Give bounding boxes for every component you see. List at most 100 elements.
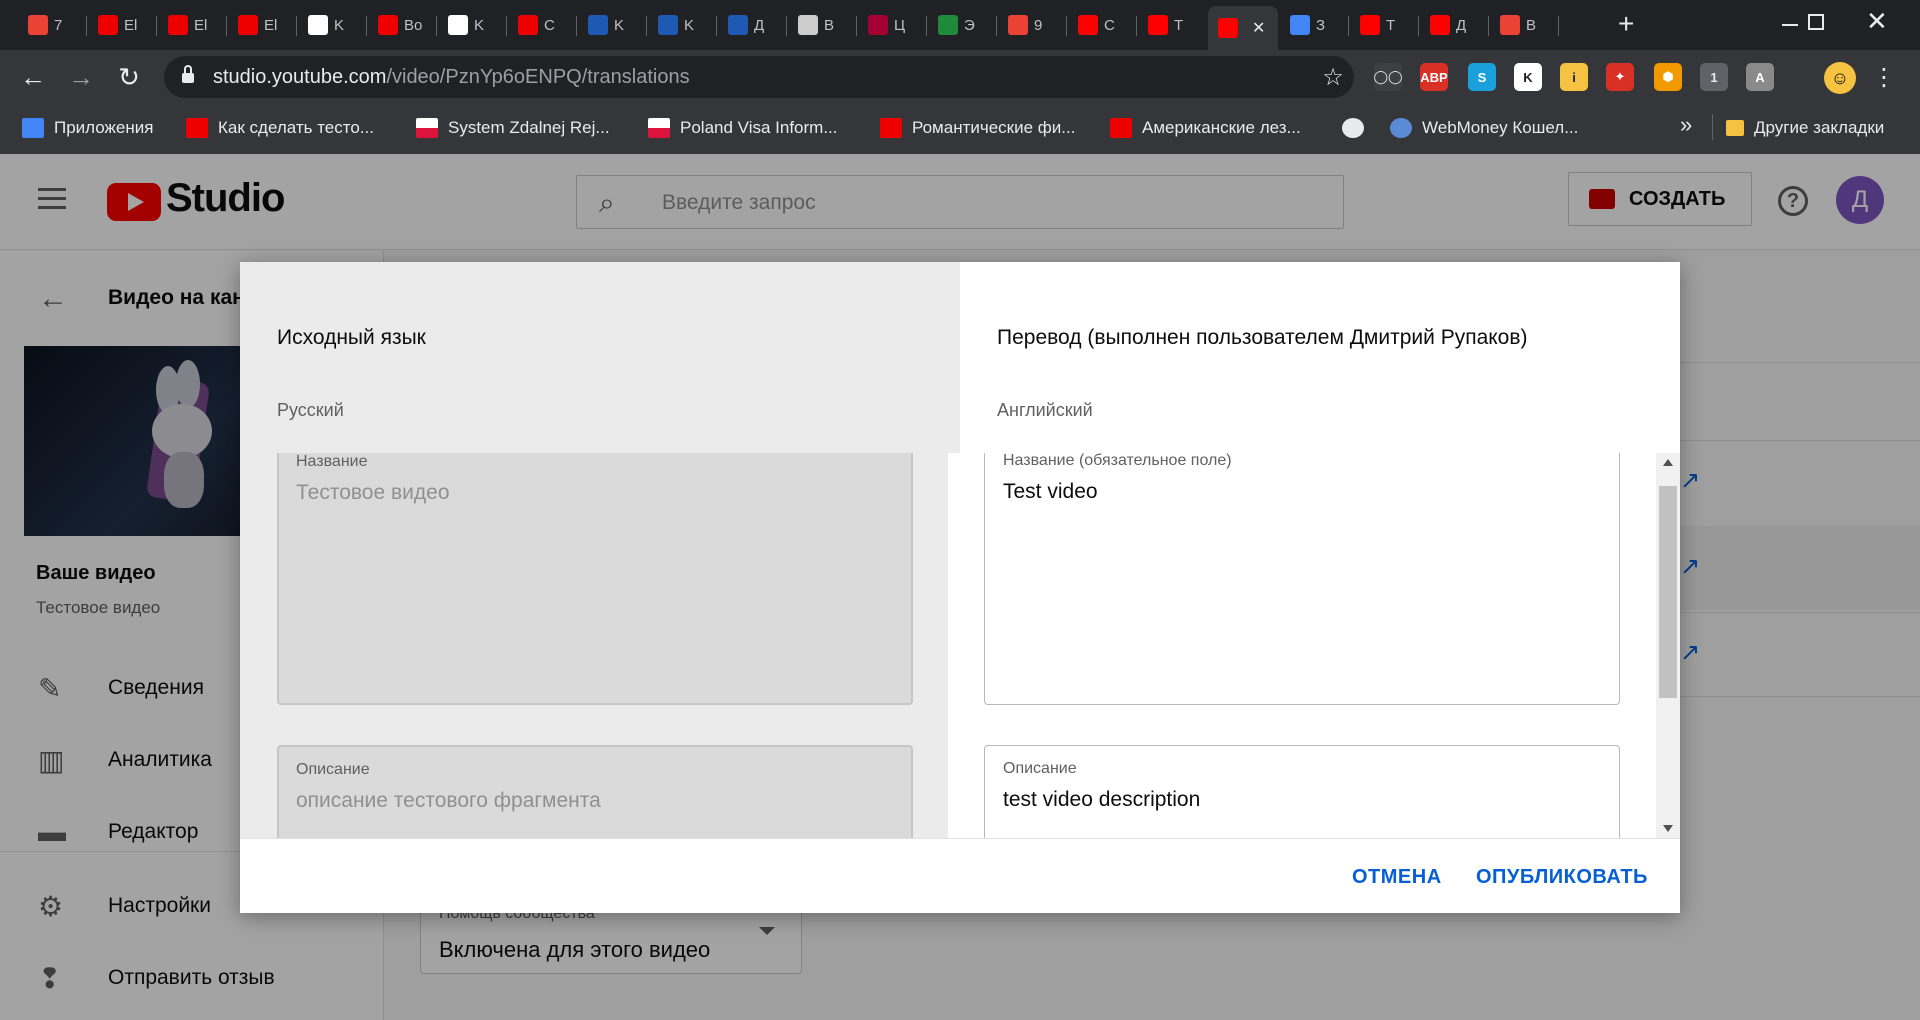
google-icon xyxy=(1290,15,1310,35)
browser-menu-icon[interactable]: ⋮ xyxy=(1872,62,1896,92)
browser-tab[interactable]: Ц xyxy=(858,8,926,42)
bookmark-item[interactable]: Как сделать тесто... xyxy=(186,118,374,138)
browser-tab[interactable]: С xyxy=(1068,8,1136,42)
target-description-field[interactable]: Описание test video description xyxy=(984,745,1620,838)
translation-dialog: Исходный язык Русский Перевод (выполнен … xyxy=(240,262,1680,913)
bookmarks-more-button[interactable]: » xyxy=(1680,112,1692,138)
target-title-label: Название (обязательное поле) xyxy=(1003,453,1232,469)
browser-tab[interactable]: Д xyxy=(718,8,786,42)
tab-separator xyxy=(786,16,787,36)
tab-separator xyxy=(1348,16,1349,36)
target-description-value[interactable]: test video description xyxy=(1003,788,1200,812)
bookmarks-divider xyxy=(1712,114,1713,140)
browser-tab[interactable]: Д xyxy=(1420,8,1488,42)
star-icon[interactable]: ☆ xyxy=(1318,62,1348,92)
other-bookmarks[interactable]: Другие закладки xyxy=(1726,118,1884,138)
scroll-up-icon[interactable] xyxy=(1663,459,1673,466)
browser-tab[interactable]: El xyxy=(228,8,296,42)
target-description-label: Описание xyxy=(1003,760,1077,777)
ivi-icon xyxy=(518,15,538,35)
browser-tab[interactable]: В xyxy=(788,8,856,42)
browser-tab[interactable]: ✕ xyxy=(1208,6,1278,50)
tab-title: K xyxy=(334,16,345,34)
browser-tab[interactable]: K xyxy=(438,8,506,42)
browser-tab[interactable]: Bo xyxy=(368,8,436,42)
bookmark-label: System Zdalnej Rej... xyxy=(448,118,610,137)
url-text[interactable]: studio.youtube.com/video/PznYp6oENPQ/tra… xyxy=(213,66,690,89)
tab-separator xyxy=(1418,16,1419,36)
tab-title: K xyxy=(684,16,695,34)
browser-tab[interactable]: Т xyxy=(1138,8,1206,42)
browser-tab[interactable]: Т xyxy=(1350,8,1418,42)
tab-title: K xyxy=(474,16,485,34)
extension-icon[interactable]: ◯◯ xyxy=(1373,63,1403,91)
extension-icon[interactable]: i xyxy=(1560,63,1588,91)
youtube-icon xyxy=(1148,15,1168,35)
browser-tab[interactable]: 7 xyxy=(18,8,86,42)
source-language-name: Русский xyxy=(277,400,344,420)
browser-tab[interactable]: Э xyxy=(928,8,996,42)
url-host: studio.youtube.com xyxy=(213,66,387,88)
target-title-value[interactable]: Test video xyxy=(1003,480,1098,504)
browser-tab[interactable]: C xyxy=(508,8,576,42)
close-tab-icon[interactable]: ✕ xyxy=(1252,18,1265,38)
dialog-scroll-area[interactable]: Название Тестовое видео Описание описани… xyxy=(240,453,1656,838)
back-arrow-icon[interactable]: ← xyxy=(18,62,48,92)
tab-separator xyxy=(296,16,297,36)
publish-button[interactable]: ОПУБЛИКОВАТЬ xyxy=(1476,866,1648,889)
source-title-field: Название Тестовое видео xyxy=(277,453,913,705)
target-title-field[interactable]: Название (обязательное поле) Test video xyxy=(984,453,1620,705)
scroll-down-icon[interactable] xyxy=(1663,825,1673,832)
minimize-button[interactable] xyxy=(1782,24,1798,26)
browser-tab[interactable]: В xyxy=(1490,8,1558,42)
youtube-icon xyxy=(1430,15,1450,35)
youtube-icon xyxy=(1360,15,1380,35)
browser-tab[interactable]: El xyxy=(88,8,156,42)
extension-icon[interactable]: K xyxy=(1514,63,1542,91)
bookmark-item[interactable]: Приложения xyxy=(22,118,153,138)
browser-tab[interactable]: K xyxy=(298,8,366,42)
bookmark-item[interactable]: System Zdalnej Rej... xyxy=(416,118,610,138)
extension-icon[interactable]: ABP xyxy=(1420,63,1448,91)
cancel-button[interactable]: ОТМЕНА xyxy=(1352,866,1442,889)
browser-tab[interactable]: 9 xyxy=(998,8,1066,42)
extension-icon[interactable]: 1 xyxy=(1700,63,1728,91)
ip-icon xyxy=(798,15,818,35)
dialog-footer-divider xyxy=(240,838,1680,839)
tab-separator xyxy=(506,16,507,36)
bookmark-item[interactable]: Американские лез... xyxy=(1110,118,1301,138)
ivi-icon xyxy=(1110,118,1132,138)
tab-title: El xyxy=(194,16,208,34)
tab-title: 9 xyxy=(1034,16,1043,34)
tab-separator xyxy=(1066,16,1067,36)
bookmark-label: WebMoney Кошел... xyxy=(1422,118,1579,137)
restore-button[interactable] xyxy=(1808,14,1824,30)
reload-icon[interactable]: ↻ xyxy=(114,62,144,92)
bookmark-item[interactable] xyxy=(1342,118,1374,138)
browser-tab[interactable]: З xyxy=(1280,8,1348,42)
extension-icon[interactable]: ⬢ xyxy=(1654,63,1682,91)
close-window-button[interactable]: ✕ xyxy=(1866,6,1888,37)
bookmark-item[interactable]: Романтические фи... xyxy=(880,118,1075,138)
profile-avatar-icon[interactable]: ☺ xyxy=(1824,62,1856,94)
octopus-icon xyxy=(448,15,468,35)
browser-tab[interactable]: El xyxy=(158,8,226,42)
tab-title: З xyxy=(1316,16,1326,34)
browser-tab[interactable]: K xyxy=(648,8,716,42)
drops-icon xyxy=(728,15,748,35)
new-tab-button[interactable]: + xyxy=(1618,8,1634,40)
dialog-scrollbar[interactable] xyxy=(1656,453,1680,838)
tab-title: В xyxy=(824,16,835,34)
scrollbar-thumb[interactable] xyxy=(1659,486,1677,698)
bookmark-item[interactable]: WebMoney Кошел... xyxy=(1390,118,1578,138)
tab-title: El xyxy=(124,16,138,34)
tab-title: Д xyxy=(754,16,765,34)
forward-arrow-icon[interactable]: → xyxy=(66,62,96,92)
extension-icon[interactable]: S xyxy=(1468,63,1496,91)
tab-title: В xyxy=(1526,16,1537,34)
extension-icon[interactable]: ✦ xyxy=(1606,63,1634,91)
gmail-icon xyxy=(1500,15,1520,35)
extension-icon[interactable]: A xyxy=(1746,63,1774,91)
bookmark-item[interactable]: Poland Visa Inform... xyxy=(648,118,838,138)
browser-tab[interactable]: K xyxy=(578,8,646,42)
